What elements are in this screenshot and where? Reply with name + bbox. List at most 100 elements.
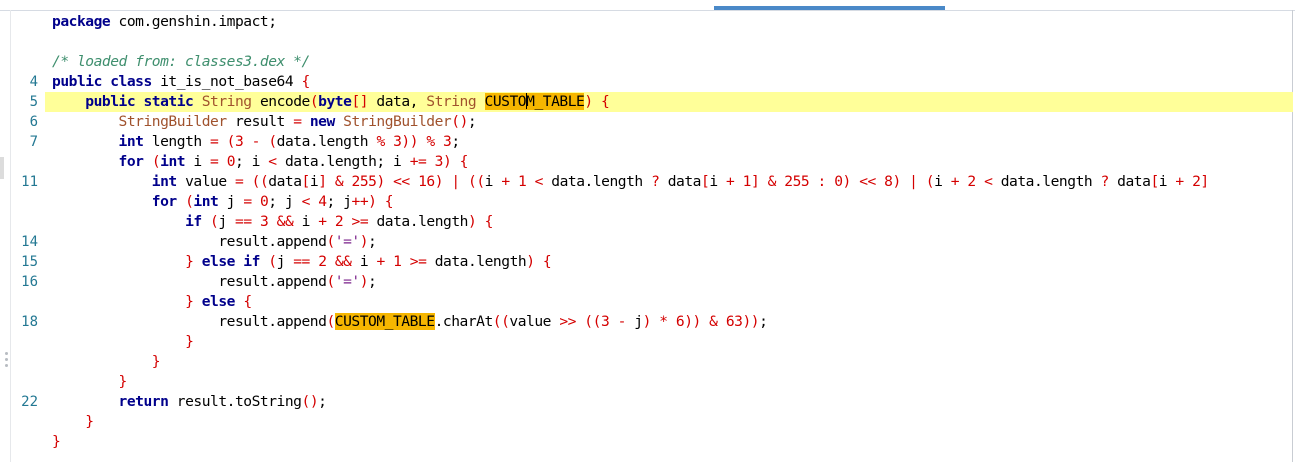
code-token: data.length: [992, 173, 1101, 190]
code-token: +: [1175, 173, 1184, 190]
active-tab-indicator[interactable]: [714, 6, 945, 10]
code-token: ; j: [268, 193, 302, 210]
line-number: 5: [29, 94, 38, 110]
code-token: 4: [318, 193, 327, 210]
code-token: }: [185, 333, 194, 350]
code-token: ==: [293, 253, 310, 270]
code-text: public class it_is_not_base64 {: [52, 72, 310, 92]
code-token: ]: [1200, 173, 1209, 190]
code-token: [: [301, 173, 311, 190]
code-token: j: [276, 253, 294, 270]
code-token: else: [201, 293, 236, 310]
code-token: }: [118, 373, 128, 390]
code-token: StringBuilder: [343, 113, 452, 130]
code-token: ==: [235, 213, 252, 230]
code-token: %: [376, 133, 385, 150]
code-text: StringBuilder result = new StringBuilder…: [52, 112, 477, 132]
code-token: (: [268, 253, 277, 270]
code-token: +: [950, 173, 960, 190]
code-text: int value = ((data[i] & 255) << 16) | ((…: [52, 172, 1209, 192]
code-token: (: [151, 153, 161, 170]
code-token: result.toString: [168, 393, 302, 410]
code-token: i: [309, 173, 319, 190]
code-token: String: [201, 93, 252, 110]
code-token: 2: [334, 213, 344, 230]
code-token: data: [659, 173, 702, 190]
code-token: }: [151, 353, 161, 370]
line-number: 15: [21, 254, 38, 270]
code-token: data.length; i: [276, 153, 410, 170]
code-token: +: [376, 253, 385, 270]
code-token: 1: [742, 173, 752, 190]
code-token: data.length: [368, 213, 468, 230]
code-token: }: [85, 413, 94, 430]
code-token: value: [176, 173, 235, 190]
code-token: (): [301, 393, 319, 410]
code-token: {: [542, 253, 552, 270]
code-token: 255: [351, 173, 377, 190]
code-token: ((: [492, 313, 510, 330]
code-token: result.append: [52, 313, 327, 330]
code-token: data,: [368, 93, 427, 110]
code-token: %: [426, 133, 435, 150]
code-token: ?: [1100, 173, 1110, 190]
code-text: result.append('=');: [52, 272, 377, 292]
code-token: if: [185, 213, 202, 230]
code-token: 255: [784, 173, 810, 190]
code-token: 2: [318, 253, 327, 270]
code-token: (: [925, 173, 935, 190]
code-token: 63: [725, 313, 743, 330]
line-number: 6: [29, 114, 38, 130]
line-number: 4: [29, 74, 38, 90]
code-token: {: [301, 73, 311, 90]
code-token: int: [118, 133, 144, 150]
code-token: =: [243, 193, 252, 210]
splitter-grip-icon[interactable]: [4, 352, 10, 372]
code-text: for (int i = 0; i < data.length; i += 3)…: [52, 152, 469, 172]
code-token: '=': [334, 273, 360, 290]
editor-right-border: [1292, 10, 1293, 462]
code-token: 2: [967, 173, 976, 190]
code-token: ): [359, 233, 369, 250]
code-token: ): [892, 173, 901, 190]
code-token: +: [318, 213, 327, 230]
code-token: 3: [434, 153, 444, 170]
code-token: /* loaded from: classes3.dex */: [52, 53, 310, 70]
code-token: 0: [834, 173, 843, 190]
code-token: >=: [351, 213, 369, 230]
code-token: 16: [418, 173, 435, 190]
code-token: *: [659, 313, 668, 330]
line-number: 14: [21, 234, 38, 250]
code-token: [: [1150, 173, 1159, 190]
code-token: i: [484, 173, 502, 190]
code-token: result.append: [52, 233, 327, 250]
code-token: )): [684, 313, 701, 330]
search-match-highlight: CUSTOM_TABLE: [484, 93, 585, 110]
code-token: j: [625, 313, 643, 330]
code-token: (: [326, 313, 335, 330]
code-token: ): [434, 173, 444, 190]
code-token: 0: [226, 153, 236, 170]
